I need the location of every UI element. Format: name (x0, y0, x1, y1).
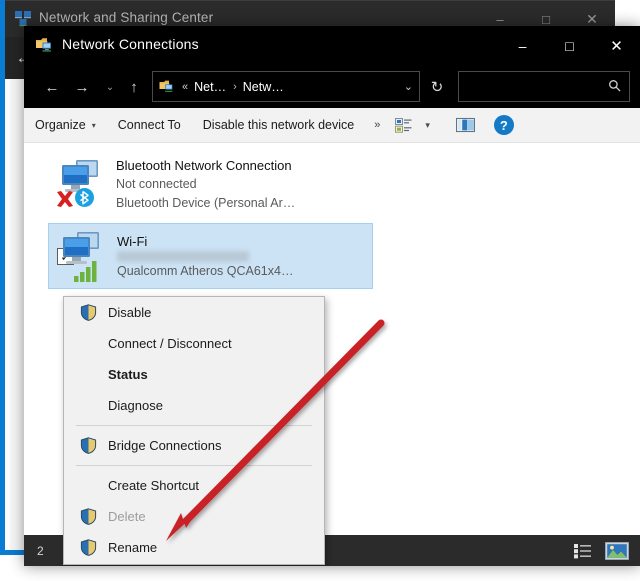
help-button[interactable]: ? (490, 108, 518, 143)
uac-shield-icon (80, 437, 97, 454)
close-button[interactable]: ✕ (593, 26, 640, 65)
breadcrumb-item-2[interactable]: Netw… (243, 80, 284, 94)
folder-network-icon (159, 79, 175, 95)
uac-shield-icon (80, 508, 97, 525)
menu-item-create-shortcut[interactable]: Create Shortcut (64, 470, 324, 501)
menu-item-delete: Delete (64, 501, 324, 532)
window-titlebar[interactable]: Network Connections – □ ✕ (24, 26, 640, 65)
maximize-button[interactable]: □ (546, 26, 593, 65)
refresh-button[interactable]: ↻ (424, 74, 450, 100)
menu-separator (76, 425, 312, 426)
connection-icon-group (49, 226, 117, 286)
connection-device: Bluetooth Device (Personal Ar… (116, 195, 296, 210)
address-chevrons[interactable]: « (182, 81, 188, 93)
disable-network-device-button[interactable]: Disable this network device (192, 108, 365, 143)
list-item[interactable]: ✓ (48, 223, 373, 289)
menu-item-bridge-connections[interactable]: Bridge Connections (64, 430, 324, 461)
search-icon[interactable] (608, 79, 621, 95)
breadcrumb-separator[interactable]: › (233, 81, 237, 93)
connection-text: Bluetooth Network Connection Not connect… (116, 156, 295, 213)
network-connections-window: Network Connections – □ ✕ ← → ⌄ ↑ « Net…… (24, 26, 640, 566)
connection-name: Bluetooth Network Connection (116, 157, 292, 173)
command-toolbar: Organize ▾ Connect To Disable this netwo… (24, 108, 640, 143)
preview-pane-icon[interactable] (452, 108, 480, 143)
view-options-dropdown-icon[interactable]: ▾ (417, 120, 438, 131)
menu-item-label: Rename (108, 540, 158, 555)
help-icon: ? (493, 115, 514, 135)
network-connections-icon (35, 36, 54, 55)
list-item[interactable]: Bluetooth Network Connection Not connect… (48, 151, 373, 217)
menu-item-status[interactable]: Status (64, 359, 324, 390)
connection-name: Wi-Fi (117, 233, 148, 249)
address-bar[interactable]: « Net… › Netw… ⌄ (152, 71, 420, 102)
connection-status: Not connected (116, 176, 197, 191)
connect-to-button[interactable]: Connect To (107, 108, 192, 143)
navigation-bar: ← → ⌄ ↑ « Net… › Netw… ⌄ ↻ (24, 65, 640, 108)
item-count-label: 2 (37, 543, 44, 558)
window-title: Network Connections (62, 36, 199, 52)
menu-item-label: Connect / Disconnect (108, 336, 232, 351)
background-window-title: Network and Sharing Center (39, 10, 214, 25)
menu-item-label: Status (108, 367, 148, 382)
breadcrumb-item-1[interactable]: Net… (194, 80, 226, 94)
menu-item-diagnose[interactable]: Diagnose (64, 390, 324, 421)
screen: Network and Sharing Center – □ ✕ ← (0, 0, 640, 581)
connection-device: Qualcomm Atheros QCA61x4… (117, 263, 294, 278)
forward-button[interactable]: → (70, 75, 94, 99)
uac-shield-icon (80, 304, 97, 321)
menu-item-label: Disable (108, 305, 152, 320)
recent-locations-dropdown-icon[interactable]: ⌄ (98, 75, 122, 99)
large-icons-view-icon[interactable] (604, 540, 630, 562)
change-view-icon[interactable] (389, 108, 417, 143)
menu-item-label: Diagnose (108, 398, 163, 413)
window-controls: – □ ✕ (499, 26, 640, 65)
menu-item-label: Create Shortcut (108, 478, 200, 493)
connection-text: Wi-Fi Qualcomm Atheros QCA61x4… (117, 232, 293, 281)
connection-ssid-redacted (117, 250, 249, 262)
view-buttons-group (570, 540, 630, 562)
wifi-signal-icon (74, 261, 97, 282)
organize-label: Organize (35, 118, 86, 132)
bluetooth-icon (75, 188, 94, 207)
minimize-button[interactable]: – (499, 26, 546, 65)
back-button[interactable]: ← (40, 75, 64, 99)
up-button[interactable]: ↑ (122, 75, 146, 99)
menu-item-label: Bridge Connections (108, 438, 222, 453)
search-input[interactable] (466, 72, 598, 101)
toolbar-overflow-button[interactable]: » (365, 119, 389, 131)
search-box[interactable] (458, 71, 630, 102)
menu-separator (76, 465, 312, 466)
menu-item-disable[interactable]: Disable (64, 297, 324, 328)
menu-item-rename[interactable]: Rename (64, 532, 324, 563)
menu-item-label: Delete (108, 509, 146, 524)
organize-button[interactable]: Organize ▾ (24, 108, 107, 143)
chevron-down-icon: ▾ (91, 120, 96, 130)
details-view-icon[interactable] (570, 540, 596, 562)
menu-item-connect-disconnect[interactable]: Connect / Disconnect (64, 328, 324, 359)
address-dropdown-icon[interactable]: ⌄ (404, 80, 413, 93)
context-menu: Disable Connect / Disconnect Status Diag… (63, 296, 325, 565)
red-x-icon (57, 191, 73, 207)
uac-shield-icon (80, 539, 97, 556)
connection-icon-group (48, 154, 116, 214)
